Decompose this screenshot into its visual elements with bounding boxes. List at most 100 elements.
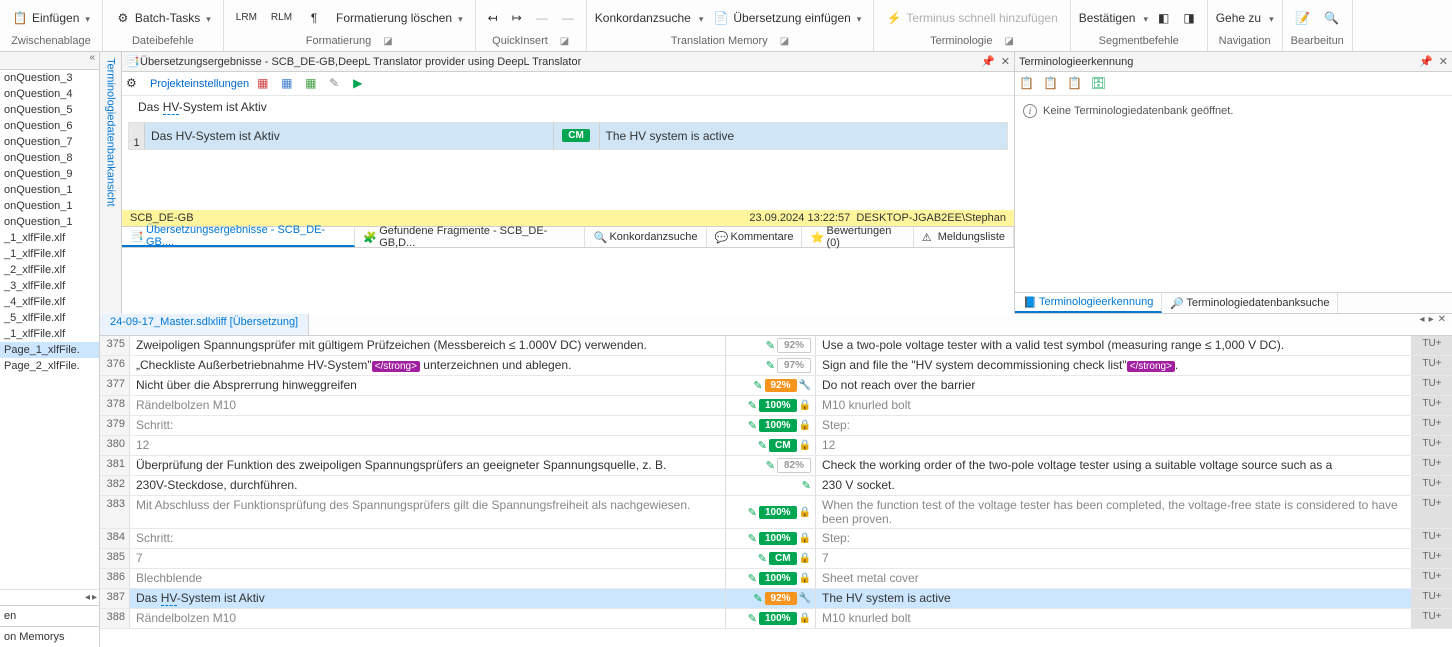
segment-target[interactable]: Do not reach over the barrier [816, 376, 1412, 395]
doc-scroll-right-icon[interactable]: ▸ [1429, 314, 1434, 335]
chevron-down-icon[interactable] [697, 11, 704, 25]
segment-source[interactable]: Schritt: [130, 416, 726, 435]
file-list-item[interactable]: onQuestion_3 [0, 70, 99, 86]
segment-target[interactable]: M10 knurled bolt [816, 609, 1412, 628]
segment-source[interactable]: 12 [130, 436, 726, 455]
segment-source[interactable]: Nicht über die Absprerrung hinweggreifen [130, 376, 726, 395]
segment-target[interactable]: Sheet metal cover [816, 569, 1412, 588]
file-list-item[interactable]: onQuestion_1 [0, 182, 99, 198]
segment-target[interactable]: Sign and file the "HV system decommissio… [816, 356, 1412, 375]
segment-target[interactable]: 7 [816, 549, 1412, 568]
file-list-item[interactable]: Page_2_xlfFile. [0, 358, 99, 374]
dialog-launcher-icon[interactable]: ◪ [383, 36, 392, 47]
left-footer-2[interactable]: on Memorys [0, 626, 99, 647]
dialog-launcher-icon[interactable]: ◪ [780, 36, 789, 47]
segment-source[interactable]: 7 [130, 549, 726, 568]
chevron-down-icon[interactable] [1267, 11, 1274, 25]
segment-target[interactable]: Step: [816, 416, 1412, 435]
file-list-item[interactable]: _5_xlfFile.xlf [0, 310, 99, 326]
dialog-launcher-icon[interactable]: ◪ [1005, 36, 1014, 47]
segment-source[interactable]: Rändelbolzen M10 [130, 609, 726, 628]
term-tb-icon2[interactable]: 📋 [1043, 76, 1059, 92]
file-list-item[interactable]: onQuestion_1 [0, 214, 99, 230]
file-list-item[interactable]: onQuestion_1 [0, 198, 99, 214]
segment-row[interactable]: 383Mit Abschluss der Funktionsprüfung de… [100, 496, 1452, 529]
scroll-left-icon[interactable]: ◂ [85, 592, 90, 603]
doc-tab[interactable]: 24-09-17_Master.sdlxliff [Übersetzung] [100, 314, 309, 335]
segment-target[interactable]: 230 V socket. [816, 476, 1412, 495]
close-icon[interactable]: ✕ [1439, 55, 1448, 68]
file-list-item[interactable]: onQuestion_5 [0, 102, 99, 118]
doc-close-icon[interactable]: ✕ [1438, 314, 1446, 335]
segment-row[interactable]: 3857✎CM🔒7TU+ [100, 549, 1452, 569]
qi-left-button[interactable]: ↤ [484, 9, 502, 27]
segment-target[interactable]: When the function test of the voltage te… [816, 496, 1412, 528]
seg-icon1[interactable]: ◧ [1154, 9, 1173, 27]
tab-term-recognition[interactable]: 📘Terminologieerkennung [1015, 293, 1162, 313]
dialog-launcher-icon[interactable]: ◪ [560, 36, 569, 47]
file-list-item[interactable]: onQuestion_6 [0, 118, 99, 134]
file-list-item[interactable]: _2_xlfFile.xlf [0, 262, 99, 278]
left-footer-1[interactable]: en [0, 605, 99, 626]
batch-tasks-button[interactable]: ⚙ Batch-Tasks [111, 8, 215, 28]
segment-target[interactable]: Check the working order of the two-pole … [816, 456, 1412, 475]
tab-term-search[interactable]: 🔎Terminologiedatenbanksuche [1162, 293, 1338, 313]
file-list-item[interactable]: onQuestion_8 [0, 150, 99, 166]
lrm-button[interactable]: LRM [232, 10, 261, 25]
segment-row[interactable]: 375Zweipoligen Spannungsprüfer mit gülti… [100, 336, 1452, 356]
segment-source[interactable]: Rändelbolzen M10 [130, 396, 726, 415]
tb-icon1[interactable]: ▦ [257, 76, 273, 92]
vertical-tab[interactable]: Terminologiedatenbankansicht [100, 52, 122, 314]
segment-source[interactable]: Überprüfung der Funktion des zweipoligen… [130, 456, 726, 475]
play-icon[interactable]: ▶ [353, 76, 369, 92]
paste-button[interactable]: 📋 Einfügen [8, 8, 94, 28]
doc-scroll-left-icon[interactable]: ◂ [1420, 314, 1425, 335]
term-tb-icon4[interactable]: 🗄 [1091, 76, 1107, 92]
segment-source[interactable]: 230V-Steckdose, durchführen. [130, 476, 726, 495]
tab-comments[interactable]: 💬Kommentare [707, 227, 803, 247]
tb-icon4[interactable]: ✎ [329, 76, 345, 92]
segment-row[interactable]: 376„Checkliste Außerbetriebnahme HV-Syst… [100, 356, 1452, 376]
segment-target[interactable]: Step: [816, 529, 1412, 548]
tab-results[interactable]: 📑Übersetzungsergebnisse - SCB_DE-GB,... [122, 227, 355, 247]
pin-icon[interactable]: 📌 [1419, 55, 1433, 68]
segment-target[interactable]: M10 knurled bolt [816, 396, 1412, 415]
file-list-item[interactable]: _1_xlfFile.xlf [0, 326, 99, 342]
file-list-item[interactable]: _1_xlfFile.xlf [0, 246, 99, 262]
segment-row[interactable]: 382230V-Steckdose, durchführen.✎ 230 V s… [100, 476, 1452, 496]
segment-source[interactable]: Zweipoligen Spannungsprüfer mit gültigem… [130, 336, 726, 355]
file-list-item[interactable]: onQuestion_4 [0, 86, 99, 102]
insert-translation-button[interactable]: 📄 Übersetzung einfügen [709, 8, 865, 28]
scroll-right-icon[interactable]: ▸ [92, 592, 97, 603]
file-list-item[interactable]: onQuestion_7 [0, 134, 99, 150]
segment-row[interactable]: 377Nicht über die Absprerrung hinweggrei… [100, 376, 1452, 396]
project-settings-link[interactable]: Projekteinstellungen [150, 78, 249, 90]
edit-icon2[interactable]: 🔍 [1320, 9, 1343, 27]
edit-icon1[interactable]: 📝 [1291, 9, 1314, 27]
segment-target[interactable]: Use a two-pole voltage tester with a val… [816, 336, 1412, 355]
segment-source[interactable]: Mit Abschluss der Funktionsprüfung des S… [130, 496, 726, 528]
qi-right-button[interactable]: ↦ [508, 9, 526, 27]
file-list-item[interactable]: onQuestion_9 [0, 166, 99, 182]
segment-row[interactable]: 38012✎CM🔒12TU+ [100, 436, 1452, 456]
file-list-item[interactable]: _3_xlfFile.xlf [0, 278, 99, 294]
file-list-item[interactable]: _4_xlfFile.xlf [0, 294, 99, 310]
segment-row[interactable]: 388Rändelbolzen M10✎100%🔒M10 knurled bol… [100, 609, 1452, 629]
tab-fragments[interactable]: 🧩Gefundene Fragmente - SCB_DE-GB,D... [355, 227, 585, 247]
collapse-button[interactable]: « [0, 52, 99, 70]
tab-messages[interactable]: ⚠Meldungsliste [914, 227, 1014, 247]
pilcrow-button[interactable]: ¶ [302, 8, 326, 28]
close-icon[interactable]: ✕ [1001, 55, 1010, 68]
segment-source[interactable]: „Checkliste Außerbetriebnahme HV-System"… [130, 356, 726, 375]
segment-source[interactable]: Blechblende [130, 569, 726, 588]
chevron-down-icon[interactable] [1141, 11, 1148, 25]
segment-row[interactable]: 379Schritt:✎100%🔒Step:TU+ [100, 416, 1452, 436]
segment-target[interactable]: 12 [816, 436, 1412, 455]
segment-row[interactable]: 378Rändelbolzen M10✎100%🔒M10 knurled bol… [100, 396, 1452, 416]
tb-icon2[interactable]: ▦ [281, 76, 297, 92]
segment-row[interactable]: 381Überprüfung der Funktion des zweipoli… [100, 456, 1452, 476]
segment-row[interactable]: 386Blechblende✎100%🔒Sheet metal coverTU+ [100, 569, 1452, 589]
segment-row[interactable]: 387Das HV-System ist Aktiv✎92%🔧The HV sy… [100, 589, 1452, 609]
segment-row[interactable]: 384Schritt:✎100%🔒Step:TU+ [100, 529, 1452, 549]
seg-icon2[interactable]: ◨ [1179, 9, 1198, 27]
